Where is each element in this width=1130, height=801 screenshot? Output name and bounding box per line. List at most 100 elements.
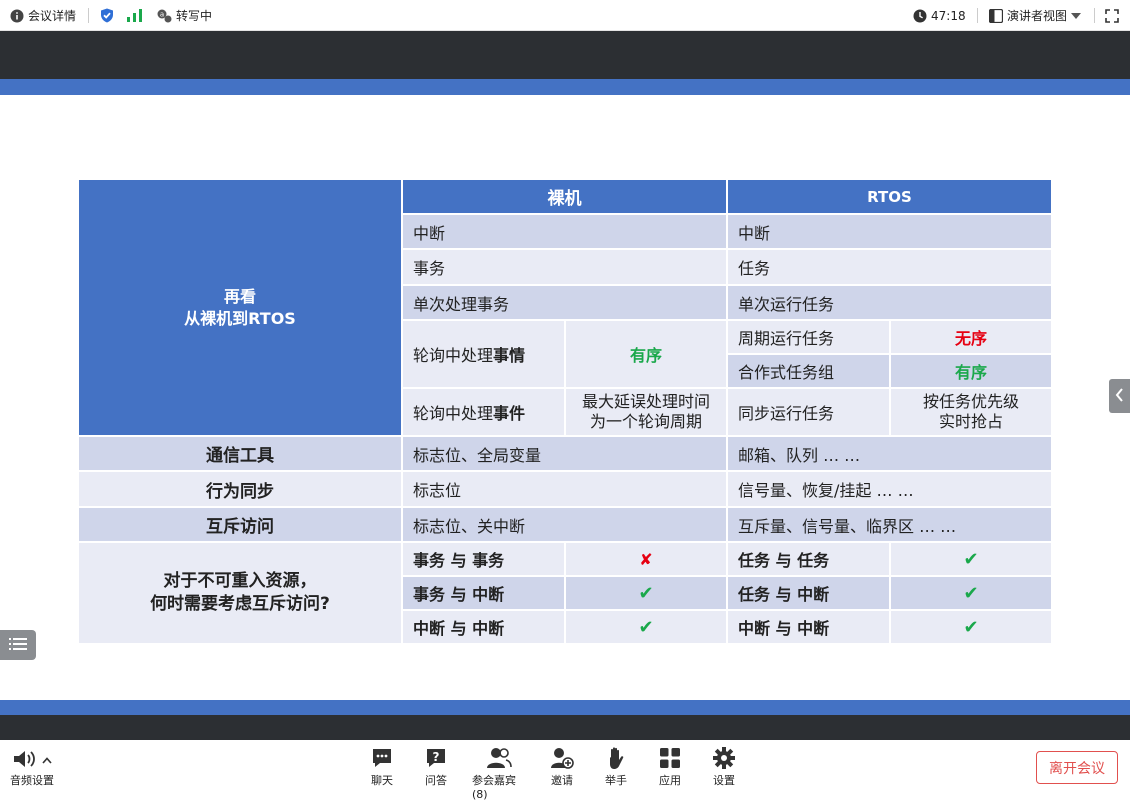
column-header-rtos: RTOS <box>728 180 1051 213</box>
table-cell: 任务 与 任务 <box>728 543 889 575</box>
meeting-info-button[interactable]: 会议详情 <box>10 0 76 31</box>
participants-icon <box>486 746 512 770</box>
table-cell: 事务 与 中断 <box>403 577 564 609</box>
fullscreen-icon <box>1105 8 1119 23</box>
table-cell: 合作式任务组 <box>728 355 889 387</box>
network-signal-button[interactable] <box>127 0 142 31</box>
settings-label: 设置 <box>713 774 735 787</box>
layout-icon <box>989 8 1003 23</box>
timer-value: 47:18 <box>931 8 966 23</box>
collapse-panel-button[interactable] <box>1109 379 1130 413</box>
table-cell: 最大延误处理时间 为一个轮询周期 <box>566 389 726 435</box>
check-mark-icon: ✔ <box>891 611 1051 643</box>
transcribing-label: 转写中 <box>176 9 213 23</box>
table-cell: 中断 与 中断 <box>728 611 889 643</box>
column-header-bare-metal: 裸机 <box>403 180 726 213</box>
svg-text:?: ? <box>433 750 440 764</box>
cell-text-line1: 最大延误处理时间 <box>581 392 710 411</box>
speaker-icon <box>12 749 36 772</box>
list-icon <box>9 636 27 655</box>
check-mark-icon: ✔ <box>566 611 726 643</box>
ordered-label: 有序 <box>891 355 1051 387</box>
cell-text: 轮询中处理 <box>413 404 494 423</box>
unordered-label: 无序 <box>891 321 1051 353</box>
chevron-up-icon[interactable] <box>42 754 52 767</box>
raise-hand-label: 举手 <box>605 774 627 787</box>
chat-label: 聊天 <box>371 774 393 787</box>
row-header-communication: 通信工具 <box>79 437 401 470</box>
table-cell: 同步运行任务 <box>728 389 889 435</box>
svg-text:a: a <box>160 10 164 18</box>
table-cell: 标志位、关中断 <box>403 508 726 541</box>
table-cell: 互斥量、信号量、临界区 … … <box>728 508 1051 541</box>
slide-top-band <box>0 79 1130 95</box>
stage-background-bottom <box>0 715 1130 740</box>
table-cell: 轮询中处理 事件 <box>403 389 564 435</box>
qa-button[interactable]: ? 问答 <box>409 746 463 788</box>
apps-label: 应用 <box>659 774 681 787</box>
table-cell: 标志位 <box>403 472 726 506</box>
apps-button[interactable]: 应用 <box>643 746 697 788</box>
check-mark-icon: ✔ <box>891 543 1051 575</box>
view-mode-label: 演讲者视图 <box>1007 9 1068 23</box>
table-cell: 中断 <box>403 215 726 248</box>
raise-hand-button[interactable]: 举手 <box>589 746 643 788</box>
slide-list-button[interactable] <box>0 630 36 660</box>
check-mark-icon: ✔ <box>891 577 1051 609</box>
table-cell: 单次运行任务 <box>728 286 1051 319</box>
bottom-toolbar: 音频设置 聊天 ? 问答 参会嘉宾(8) 邀请 举手 应用 设置 离开会议 <box>0 740 1130 801</box>
slide-title-line2: 从裸机到RTOS <box>184 308 296 328</box>
table-cell: 周期运行任务 <box>728 321 889 353</box>
cell-text: 轮询中处理 <box>413 346 494 365</box>
cell-text-line1: 按任务优先级 <box>922 392 1019 411</box>
signal-bars-icon <box>127 9 142 22</box>
question-line1: 对于不可重入资源， <box>163 571 317 591</box>
table-cell: 任务 <box>728 250 1051 284</box>
caret-down-icon <box>1071 12 1082 19</box>
invite-icon <box>550 746 574 770</box>
slide-title-cell: 再看 从裸机到RTOS <box>79 180 401 435</box>
divider <box>88 8 89 23</box>
table-cell: 按任务优先级 实时抢占 <box>891 389 1051 435</box>
chevron-left-icon <box>1115 387 1124 406</box>
cross-mark-icon: ✘ <box>566 543 726 575</box>
leave-meeting-button[interactable]: 离开会议 <box>1036 751 1118 784</box>
question-line2: 何时需要考虑互斥访问? <box>150 594 330 614</box>
divider <box>1094 8 1095 23</box>
row-header-mutex: 互斥访问 <box>79 508 401 541</box>
table-cell: 中断 与 中断 <box>403 611 564 643</box>
invite-label: 邀请 <box>551 774 573 787</box>
meeting-info-label: 会议详情 <box>28 9 77 23</box>
security-shield-button[interactable] <box>100 0 114 31</box>
info-icon <box>10 9 24 23</box>
gear-icon <box>713 746 735 770</box>
slide-title-line1: 再看 <box>223 286 256 306</box>
fullscreen-button[interactable] <box>1105 0 1119 31</box>
chat-icon <box>371 746 393 770</box>
row-header-sync: 行为同步 <box>79 472 401 506</box>
top-bar: 会议详情 a 转写中 47:18 演讲者视图 <box>0 0 1130 31</box>
audio-settings-label: 音频设置 <box>10 774 54 787</box>
invite-button[interactable]: 邀请 <box>535 746 589 788</box>
transcription-status[interactable]: a 转写中 <box>157 0 212 31</box>
audio-settings-button[interactable]: 音频设置 <box>10 748 54 788</box>
clock-icon <box>913 9 927 23</box>
check-mark-icon: ✔ <box>566 577 726 609</box>
hand-icon <box>605 746 627 770</box>
table-cell: 邮箱、队列 … … <box>728 437 1051 470</box>
settings-button[interactable]: 设置 <box>697 746 751 788</box>
cell-text-line2: 为一个轮询周期 <box>589 412 702 431</box>
cell-text-emphasis: 事情 <box>493 346 526 365</box>
cell-text-line2: 实时抢占 <box>938 412 1003 431</box>
cell-text-emphasis: 事件 <box>493 404 526 423</box>
table-cell: 事务 与 事务 <box>403 543 564 575</box>
qa-label: 问答 <box>425 774 447 787</box>
chat-button[interactable]: 聊天 <box>355 746 409 788</box>
apps-grid-icon <box>660 746 680 770</box>
shield-check-icon <box>100 8 114 23</box>
row-header-reentrant-question: 对于不可重入资源， 何时需要考虑互斥访问? <box>79 543 401 643</box>
transcribe-icon: a <box>157 9 172 23</box>
view-mode-dropdown[interactable]: 演讲者视图 <box>989 0 1082 31</box>
table-cell: 轮询中处理 事情 <box>403 321 564 387</box>
divider <box>977 8 978 23</box>
